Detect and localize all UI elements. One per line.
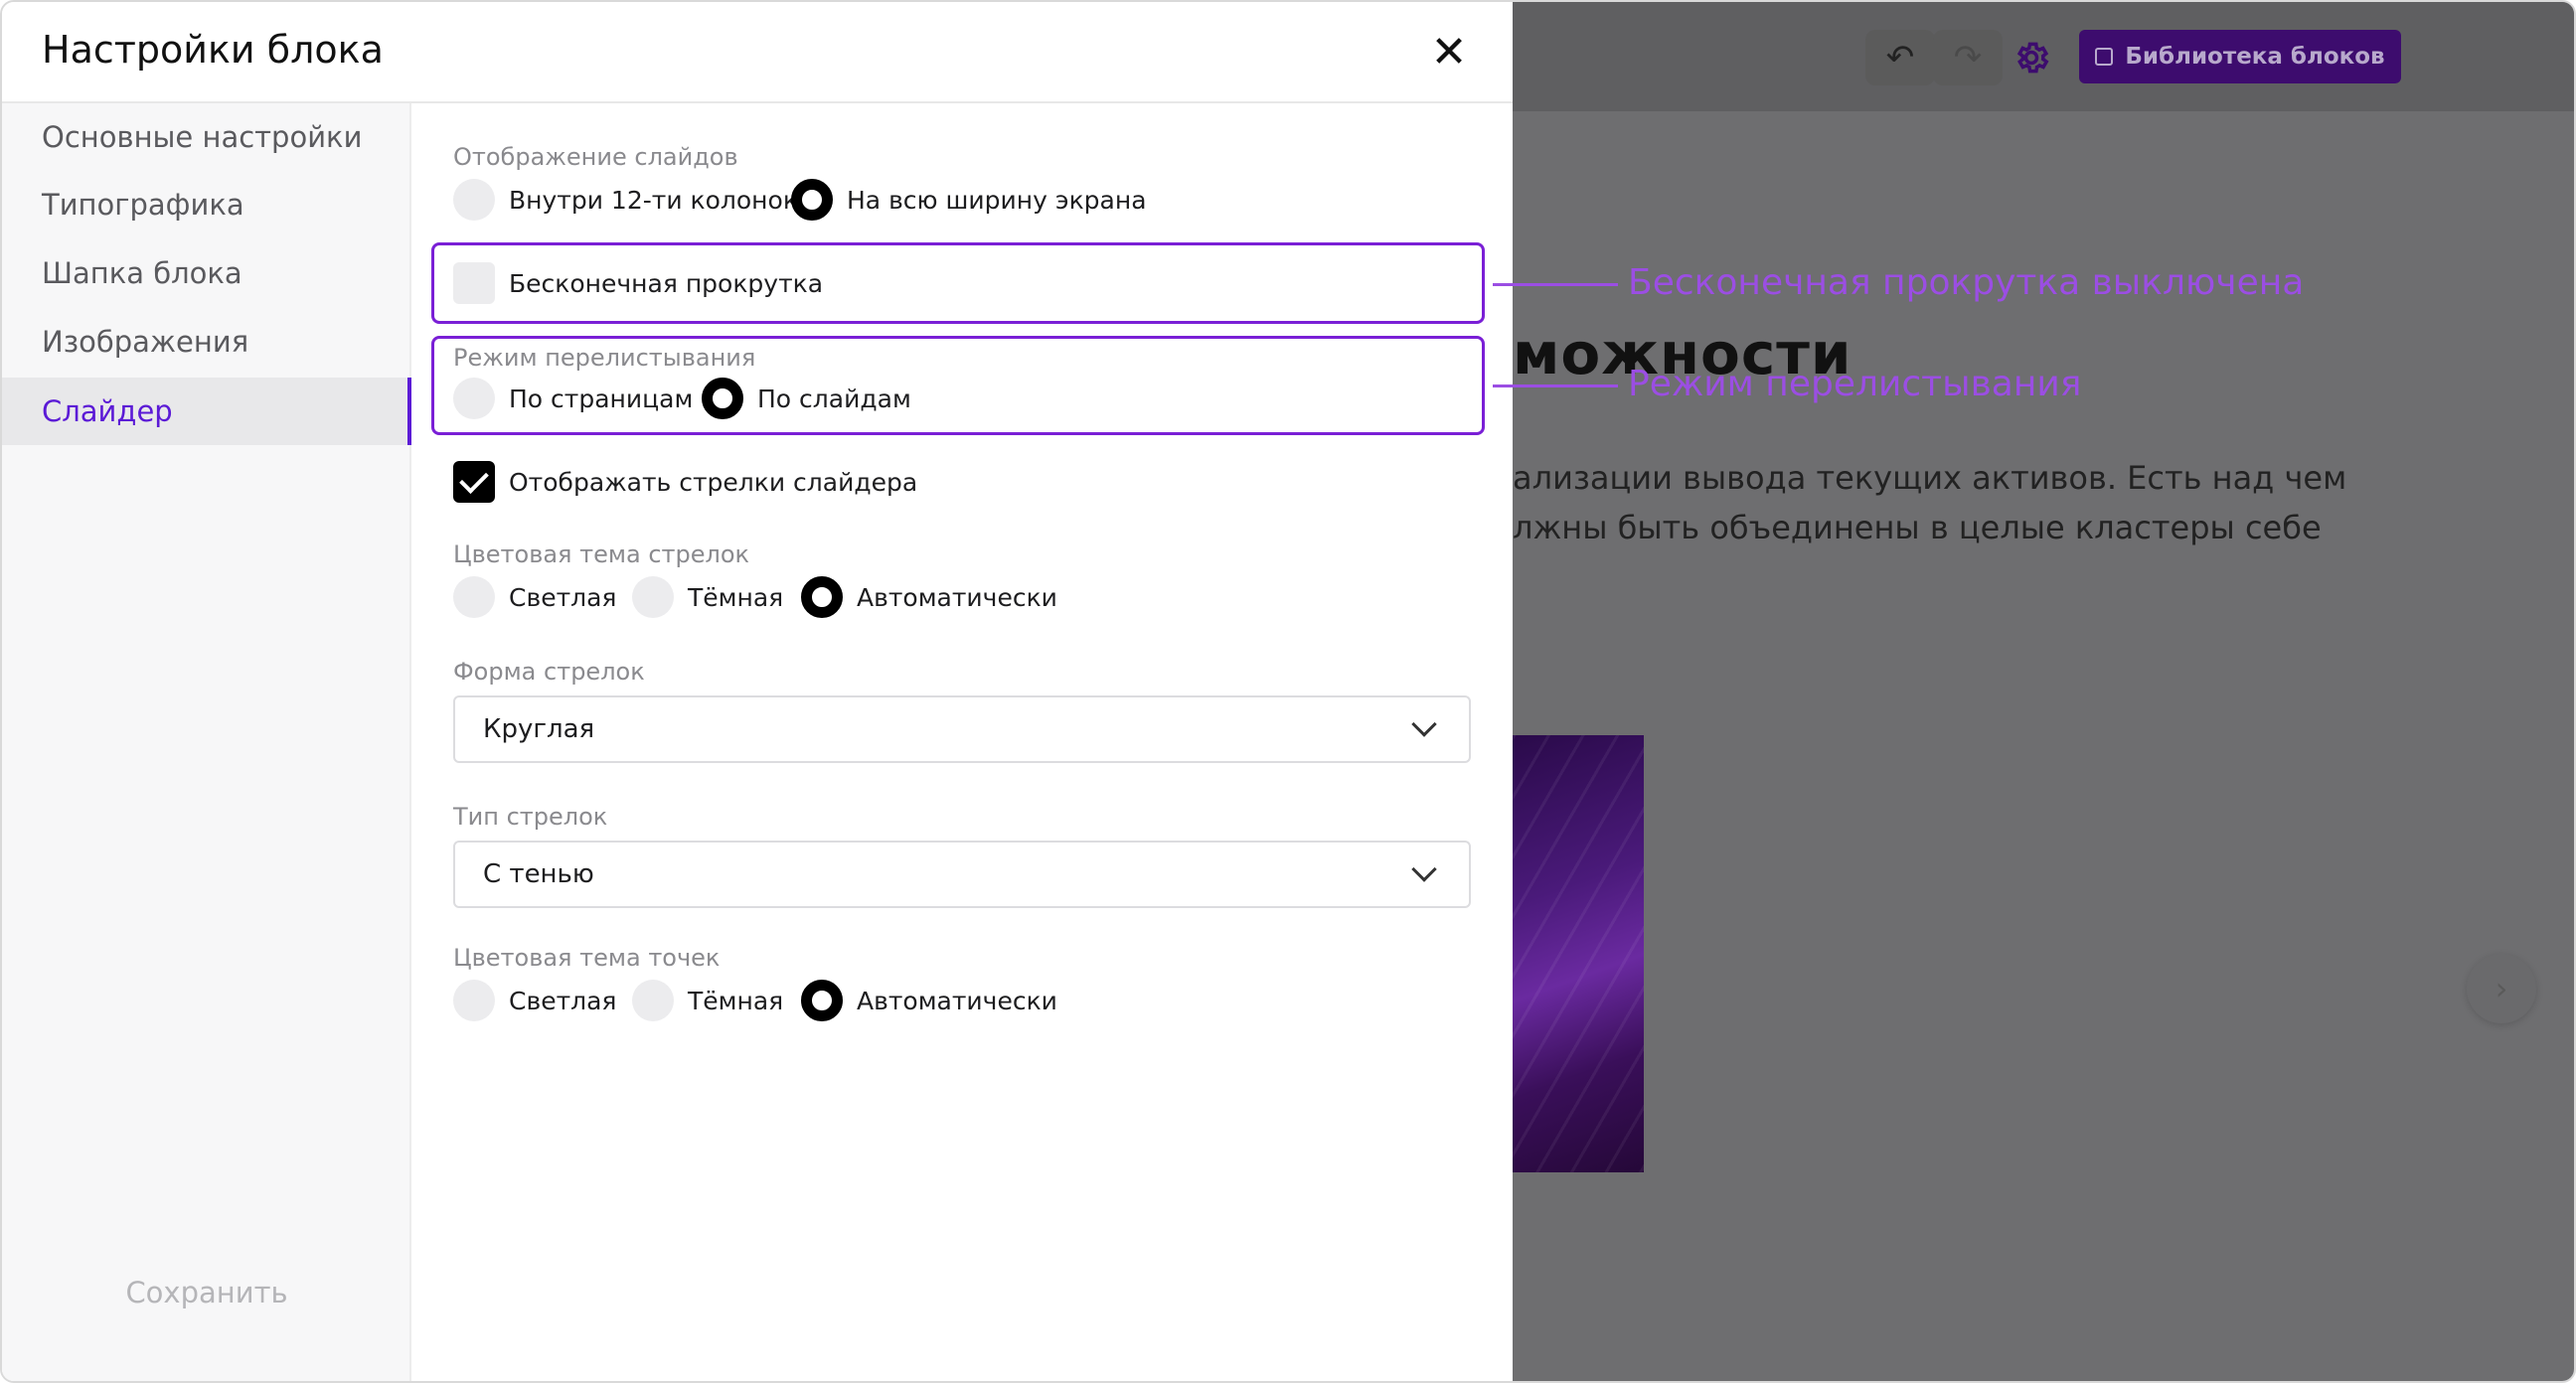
- sidebar-item-block-header[interactable]: Шапка блока: [2, 239, 411, 307]
- arrow-theme-option-light[interactable]: Светлая: [453, 576, 616, 618]
- slide-image: [1513, 735, 1644, 1172]
- radio-selected-icon[interactable]: [702, 378, 743, 419]
- checkbox-label: Бесконечная прокрутка: [509, 268, 824, 298]
- block-library-button[interactable]: Библиотека блоков: [2079, 30, 2401, 83]
- scroll-mode-option-slides[interactable]: По слайдам: [702, 378, 911, 419]
- radio-icon[interactable]: [453, 378, 495, 419]
- radio-selected-icon[interactable]: [801, 576, 843, 618]
- option-label: Тёмная: [688, 986, 784, 1015]
- radio-selected-icon[interactable]: [791, 179, 833, 221]
- show-arrows-checkbox[interactable]: Отображать стрелки слайдера: [453, 461, 917, 503]
- arrow-theme-label: Цветовая тема стрелок: [453, 540, 750, 568]
- option-label: Тёмная: [688, 582, 784, 612]
- save-button[interactable]: Сохранить: [2, 1276, 411, 1309]
- annotation-line-scroll-mode: [1493, 384, 1618, 387]
- sidebar-item-typography[interactable]: Типографика: [2, 171, 411, 238]
- option-label: Светлая: [509, 986, 617, 1015]
- slide-display-option-fullwidth[interactable]: На всю ширину экрана: [791, 179, 1147, 221]
- select-value: С тенью: [483, 859, 594, 889]
- select-value: Круглая: [483, 714, 595, 744]
- slide-display-label: Отображение слайдов: [453, 143, 738, 171]
- close-icon[interactable]: ✕: [1419, 28, 1479, 77]
- option-label: По слайдам: [757, 384, 911, 413]
- option-label: Автоматически: [857, 582, 1057, 612]
- radio-icon[interactable]: [453, 576, 495, 618]
- option-label: Внутри 12-ти колонок: [509, 185, 798, 215]
- sidebar-item-slider[interactable]: Слайдер: [2, 378, 411, 445]
- app-frame: ↶ ↷ Библиотека блоков можности ализации …: [0, 0, 2576, 1383]
- modal-title: Настройки блока: [42, 28, 384, 72]
- dot-theme-option-auto[interactable]: Автоматически: [801, 980, 1057, 1021]
- checkbox-label: Отображать стрелки слайдера: [509, 467, 918, 497]
- background-page: ↶ ↷ Библиотека блоков можности ализации …: [1513, 2, 2574, 1381]
- radio-icon[interactable]: [453, 980, 495, 1021]
- annotation-line-infinite-scroll: [1493, 283, 1618, 286]
- arrow-theme-option-auto[interactable]: Автоматически: [801, 576, 1057, 618]
- arrow-type-select[interactable]: С тенью: [453, 841, 1471, 908]
- annotation-infinite-scroll: Бесконечная прокрутка выключена: [1628, 262, 2305, 303]
- block-settings-modal: Настройки блока ✕ Основные настройки Тип…: [2, 2, 1513, 1381]
- sidebar-item-images[interactable]: Изображения: [2, 308, 411, 376]
- arrow-theme-option-dark[interactable]: Тёмная: [632, 576, 783, 618]
- radio-selected-icon[interactable]: [801, 980, 843, 1021]
- image-icon: [2095, 48, 2114, 66]
- slide-display-option-columns[interactable]: Внутри 12-ти колонок: [453, 179, 798, 221]
- infinite-scroll-checkbox[interactable]: Бесконечная прокрутка: [453, 262, 823, 304]
- settings-content: Отображение слайдов Внутри 12-ти колонок…: [411, 103, 1513, 1381]
- dot-theme-label: Цветовая тема точек: [453, 944, 721, 972]
- dot-theme-option-light[interactable]: Светлая: [453, 980, 616, 1021]
- chevron-down-icon: [1411, 711, 1437, 737]
- radio-icon[interactable]: [453, 179, 495, 221]
- modal-header: Настройки блока ✕: [2, 2, 1513, 103]
- scroll-mode-option-pages[interactable]: По страницам: [453, 378, 693, 419]
- redo-icon[interactable]: ↷: [1933, 30, 2003, 85]
- slider-next-arrow-icon[interactable]: ›: [2467, 954, 2536, 1023]
- checkbox-checked-icon[interactable]: [453, 461, 495, 503]
- arrow-shape-label: Форма стрелок: [453, 658, 645, 686]
- sidebar-item-main-settings[interactable]: Основные настройки: [2, 103, 411, 171]
- dot-theme-option-dark[interactable]: Тёмная: [632, 980, 783, 1021]
- undo-icon[interactable]: ↶: [1865, 30, 1935, 85]
- option-label: На всю ширину экрана: [847, 185, 1147, 215]
- section-paragraph: ализации вывода текущих активов. Есть на…: [1513, 459, 2347, 546]
- settings-sidebar: Основные настройки Типографика Шапка бло…: [2, 103, 411, 1381]
- radio-icon[interactable]: [632, 980, 674, 1021]
- checkbox-icon[interactable]: [453, 262, 495, 304]
- arrow-shape-select[interactable]: Круглая: [453, 695, 1471, 763]
- scroll-mode-label: Режим перелистывания: [453, 344, 756, 372]
- chevron-down-icon: [1411, 856, 1437, 882]
- radio-icon[interactable]: [632, 576, 674, 618]
- block-library-label: Библиотека блоков: [2125, 44, 2385, 70]
- arrow-type-label: Тип стрелок: [453, 803, 608, 831]
- annotation-scroll-mode: Режим перелистывания: [1628, 364, 2082, 404]
- option-label: Автоматически: [857, 986, 1057, 1015]
- option-label: Светлая: [509, 582, 617, 612]
- gear-icon[interactable]: [2000, 30, 2063, 85]
- option-label: По страницам: [509, 384, 694, 413]
